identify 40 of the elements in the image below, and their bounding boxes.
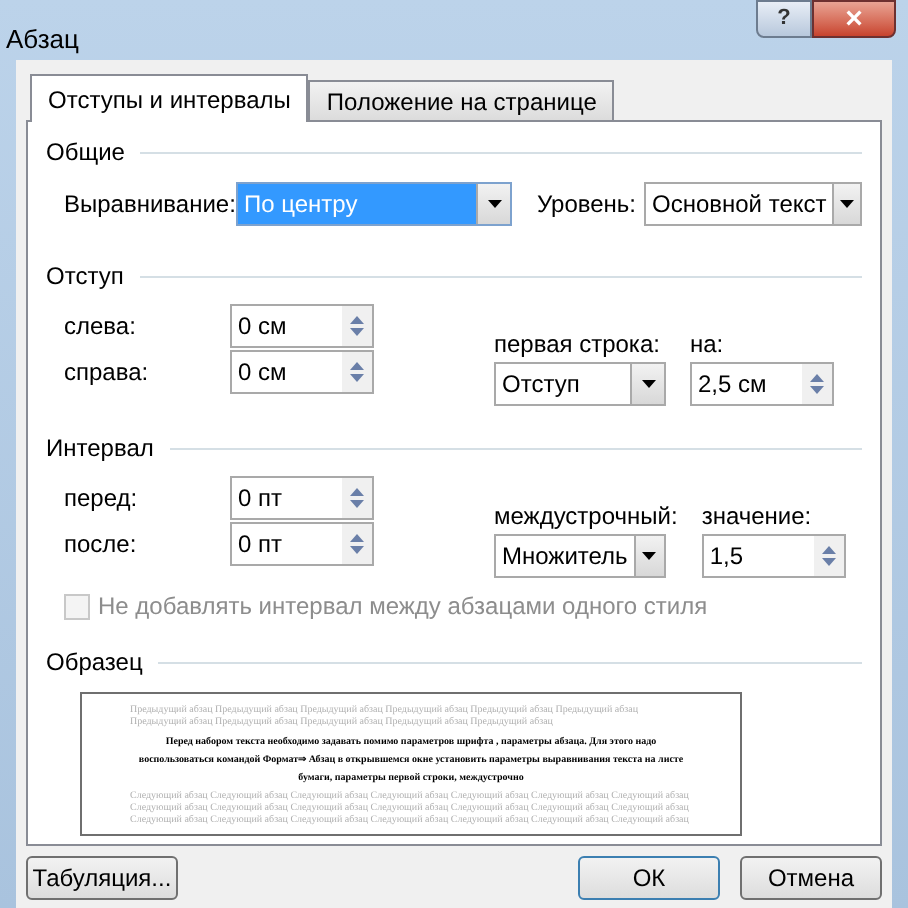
field-label: на: [690, 328, 726, 362]
spin-arrows-icon [350, 314, 364, 338]
section-title: Отступ [46, 260, 124, 294]
dropdown[interactable]: Основной текст [644, 182, 862, 226]
spin-arrows-icon [821, 544, 836, 568]
tab[interactable]: Отступы и интервалы [30, 74, 309, 122]
dropdown[interactable]: Отступ [494, 362, 666, 406]
tab[interactable]: Положение на странице [308, 80, 615, 120]
field-label: междустрочный: [494, 500, 678, 534]
field-label: после: [64, 528, 139, 562]
field-label: значение: [701, 500, 814, 534]
dropdown-arrow-icon [642, 552, 657, 560]
spin-field[interactable]: 1,5 [701, 534, 846, 578]
spin-field[interactable]: 0 см [230, 350, 374, 394]
field-label: первая строка: [494, 328, 662, 362]
field-label: слева: [64, 310, 138, 344]
window-title: Абзац [6, 22, 79, 58]
dialog-button[interactable]: Отмена [740, 856, 882, 900]
dropdown-arrow-icon [641, 380, 655, 388]
spin-field[interactable]: 0 см [230, 304, 374, 348]
spin-arrows-icon [350, 486, 364, 510]
spin-arrows-icon [810, 372, 824, 396]
dropdown[interactable]: Множитель [494, 534, 666, 578]
section-title: Интервал [46, 432, 154, 466]
field-label: справа: [64, 356, 151, 390]
dialog-button[interactable]: ОК [578, 856, 720, 900]
spin-field[interactable]: 0 пт [230, 476, 374, 520]
field-label: Уровень: [536, 188, 636, 222]
section-title: Образец [46, 646, 143, 680]
spin-field[interactable]: 2,5 см [690, 362, 834, 406]
spin-field[interactable]: 0 пт [230, 522, 374, 566]
dropdown-arrow-icon [487, 200, 501, 208]
dialog-button[interactable]: Табуляция... [26, 856, 178, 900]
checkbox-label: Не добавлять интервал между абзацами одного стиля [98, 590, 708, 624]
dropdown-arrow-icon [840, 200, 855, 208]
section-title: Общие [46, 136, 125, 170]
field-label: перед: [64, 482, 140, 516]
help-button[interactable]: ? [756, 0, 812, 38]
spin-arrows-icon [350, 360, 364, 384]
spin-arrows-icon [350, 532, 364, 556]
